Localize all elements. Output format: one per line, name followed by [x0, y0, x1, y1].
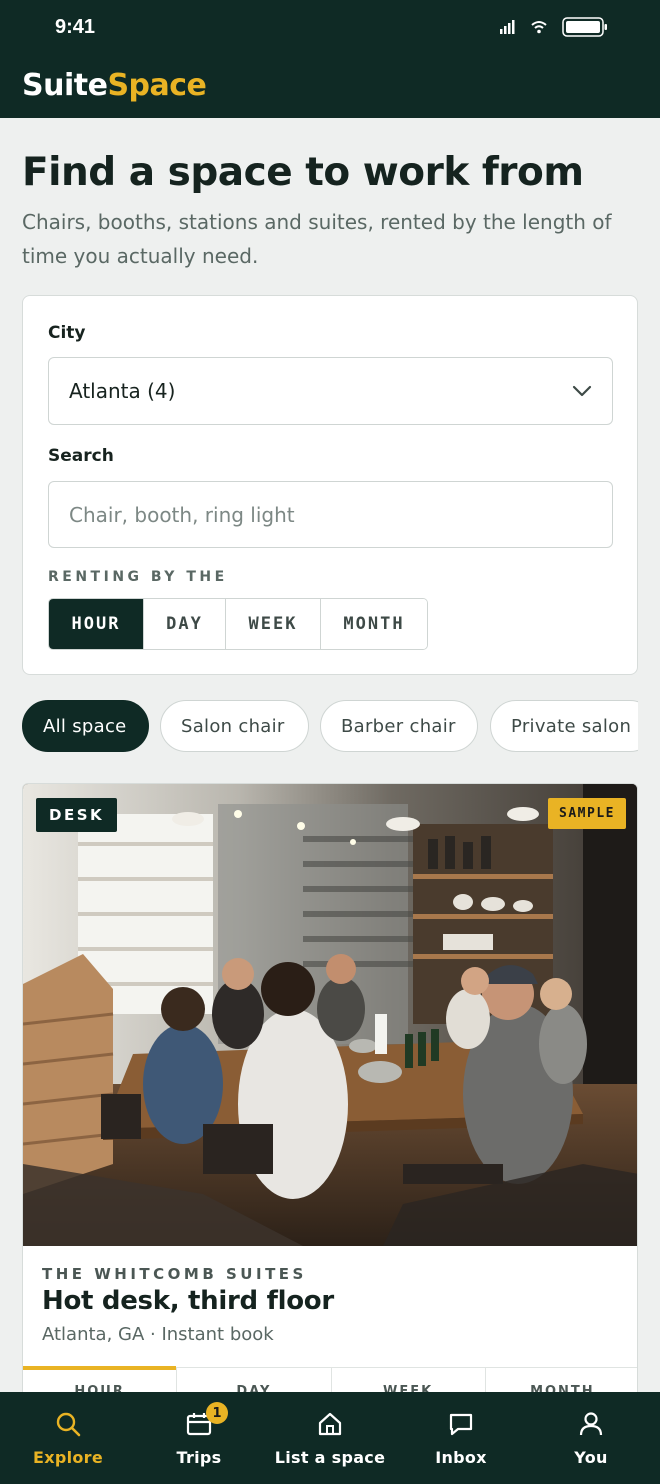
- tab-explore-label: Explore: [32, 1448, 104, 1467]
- tab-you-label: You: [574, 1448, 608, 1467]
- battery-icon: [562, 17, 607, 37]
- renting-by-label: RENTING BY THE: [48, 569, 228, 585]
- page-title: Find a space to work from: [22, 150, 584, 195]
- signal-icon: [500, 20, 515, 34]
- tab-you[interactable]: You: [556, 1392, 626, 1484]
- search-icon: [56, 1412, 81, 1437]
- search-label: Search: [48, 446, 114, 466]
- chip-salon-chair[interactable]: Salon chair: [160, 700, 309, 752]
- listing-type-badge: DESK: [36, 798, 118, 832]
- page-subtitle: Chairs, booths, stations and suites, ren…: [22, 210, 612, 268]
- tab-inbox-label: Inbox: [435, 1448, 487, 1467]
- tab-list-a-space[interactable]: List a space: [274, 1392, 386, 1484]
- city-select[interactable]: Atlanta (4): [48, 357, 613, 425]
- tab-explore[interactable]: Explore: [28, 1392, 108, 1484]
- city-select-value: Atlanta (4): [69, 379, 176, 403]
- user-icon: [579, 1412, 603, 1436]
- coworking-photo: [23, 784, 637, 1246]
- chat-icon: [449, 1413, 473, 1436]
- chip-all-space[interactable]: All space: [22, 700, 149, 752]
- duration-segmented-control: HOUR DAY WEEK MONTH: [48, 598, 428, 650]
- brand-logo-first: Suite: [22, 68, 108, 103]
- hero: Find a space to work from Chairs, booths…: [22, 150, 642, 273]
- duration-month[interactable]: MONTH: [320, 599, 427, 649]
- duration-day[interactable]: DAY: [143, 599, 225, 649]
- chip-private-salon[interactable]: Private salon: [490, 700, 638, 752]
- listing-meta: Atlanta, GA · Instant book: [42, 1324, 274, 1345]
- status-time: 9:41: [55, 16, 96, 38]
- tab-inbox[interactable]: Inbox: [421, 1392, 501, 1484]
- search-card: City Atlanta (4) Search RENTING BY THE H…: [22, 295, 638, 675]
- status-icons: [500, 17, 608, 37]
- listing-card[interactable]: DESK SAMPLE THE WHITCOMB SUITES Hot desk…: [22, 783, 638, 1423]
- listing-title[interactable]: Hot desk, third floor: [42, 1286, 334, 1316]
- category-chips: All space Salon chair Barber chair Priva…: [22, 700, 638, 752]
- tab-list-a-space-label: List a space: [274, 1448, 386, 1467]
- app-header: 9:41 SuiteSpace: [0, 0, 660, 118]
- trips-count-badge: 1: [206, 1402, 228, 1424]
- home-icon: [318, 1412, 342, 1436]
- duration-week[interactable]: WEEK: [225, 599, 320, 649]
- duration-hour[interactable]: HOUR: [49, 599, 143, 649]
- search-input[interactable]: [48, 481, 613, 548]
- wifi-icon: [531, 21, 547, 34]
- bottom-tab-bar: Explore 1 Trips List a space Inbox You: [0, 1392, 660, 1484]
- chip-barber-chair[interactable]: Barber chair: [320, 700, 478, 752]
- tab-trips-label: Trips: [176, 1448, 222, 1467]
- sample-badge: SAMPLE: [548, 798, 626, 829]
- brand-logo[interactable]: SuiteSpace: [22, 68, 207, 103]
- tab-trips[interactable]: 1 Trips: [160, 1392, 238, 1484]
- chevron-down-icon: [572, 385, 592, 397]
- brand-logo-second: Space: [107, 68, 207, 103]
- city-label: City: [48, 323, 86, 343]
- listing-venue: THE WHITCOMB SUITES: [42, 1265, 307, 1283]
- listing-photo[interactable]: DESK SAMPLE: [23, 784, 637, 1246]
